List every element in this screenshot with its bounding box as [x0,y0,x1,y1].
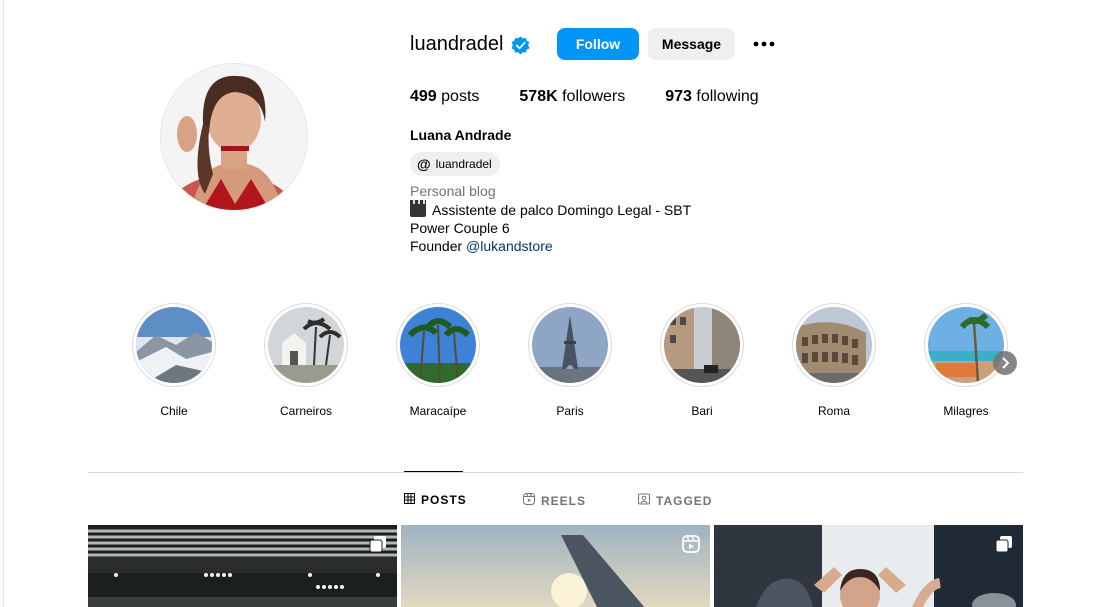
message-button[interactable]: Message [648,28,735,60]
highlight-chile[interactable]: Chile [130,303,218,418]
profile-category: Personal blog [410,183,496,199]
bio-mention-link[interactable]: @lukandstore [466,238,553,254]
threads-handle: luandradel [435,157,492,171]
stat-posts: 499 posts [410,88,480,105]
highlight-label: Chile [160,404,188,418]
tab-label: TAGGED [656,493,713,508]
bio-line-2: Power Couple 6 [410,220,510,236]
highlights-next-arrow-icon[interactable] [993,351,1017,375]
highlight-label: Milagres [943,404,989,418]
stat-followers[interactable]: 578K followers [519,88,625,106]
profile-stats: 499 posts 578K followers 973 following [410,88,799,106]
tabs-divider [88,472,1023,473]
carousel-icon [995,536,1012,553]
threads-link[interactable]: @ luandradel [410,152,500,176]
verified-badge-icon [511,36,530,55]
tab-posts[interactable]: POSTS [404,493,467,507]
highlight-label: Bari [691,404,713,418]
bio-line-1: Assistente de palco Domingo Legal - SBT [432,202,692,218]
reels-icon [523,493,535,508]
tab-tagged[interactable]: TAGGED [638,493,712,508]
grid-icon [404,493,415,507]
stat-following[interactable]: 973 following [665,88,758,106]
highlight-paris[interactable]: Paris [526,303,614,418]
highlight-bari[interactable]: Bari [658,303,746,418]
active-tab-indicator [404,471,463,472]
tagged-icon [638,493,650,508]
threads-icon: @ [417,156,431,172]
profile-bio: Assistente de palco Domingo Legal - SBT … [410,200,692,255]
post-thumbnail[interactable] [714,525,1023,607]
highlight-maracaipe[interactable]: Maracaípe [394,303,482,418]
highlight-carneiros[interactable]: Carneiros [262,303,350,418]
highlight-label: Maracaípe [409,404,467,418]
post-thumbnail[interactable] [88,525,397,607]
profile-avatar[interactable] [160,63,308,211]
tab-label: POSTS [421,493,467,507]
tab-label: REELS [541,493,587,508]
carousel-icon [369,536,386,553]
tab-reels[interactable]: REELS [523,493,586,508]
bio-line-3: Founder [410,238,467,254]
clapperboard-icon [410,200,426,217]
highlight-roma[interactable]: Roma [790,303,878,418]
profile-username: luandradel [410,33,504,55]
highlight-label: Carneiros [279,404,333,418]
profile-full-name: Luana Andrade [410,127,512,143]
highlight-label: Roma [817,404,850,418]
reel-icon [682,535,700,553]
post-thumbnail[interactable] [401,525,710,607]
highlight-label: Paris [556,404,584,418]
follow-button[interactable]: Follow [557,28,639,60]
window-edge [3,0,4,607]
more-options-icon[interactable] [752,34,776,54]
